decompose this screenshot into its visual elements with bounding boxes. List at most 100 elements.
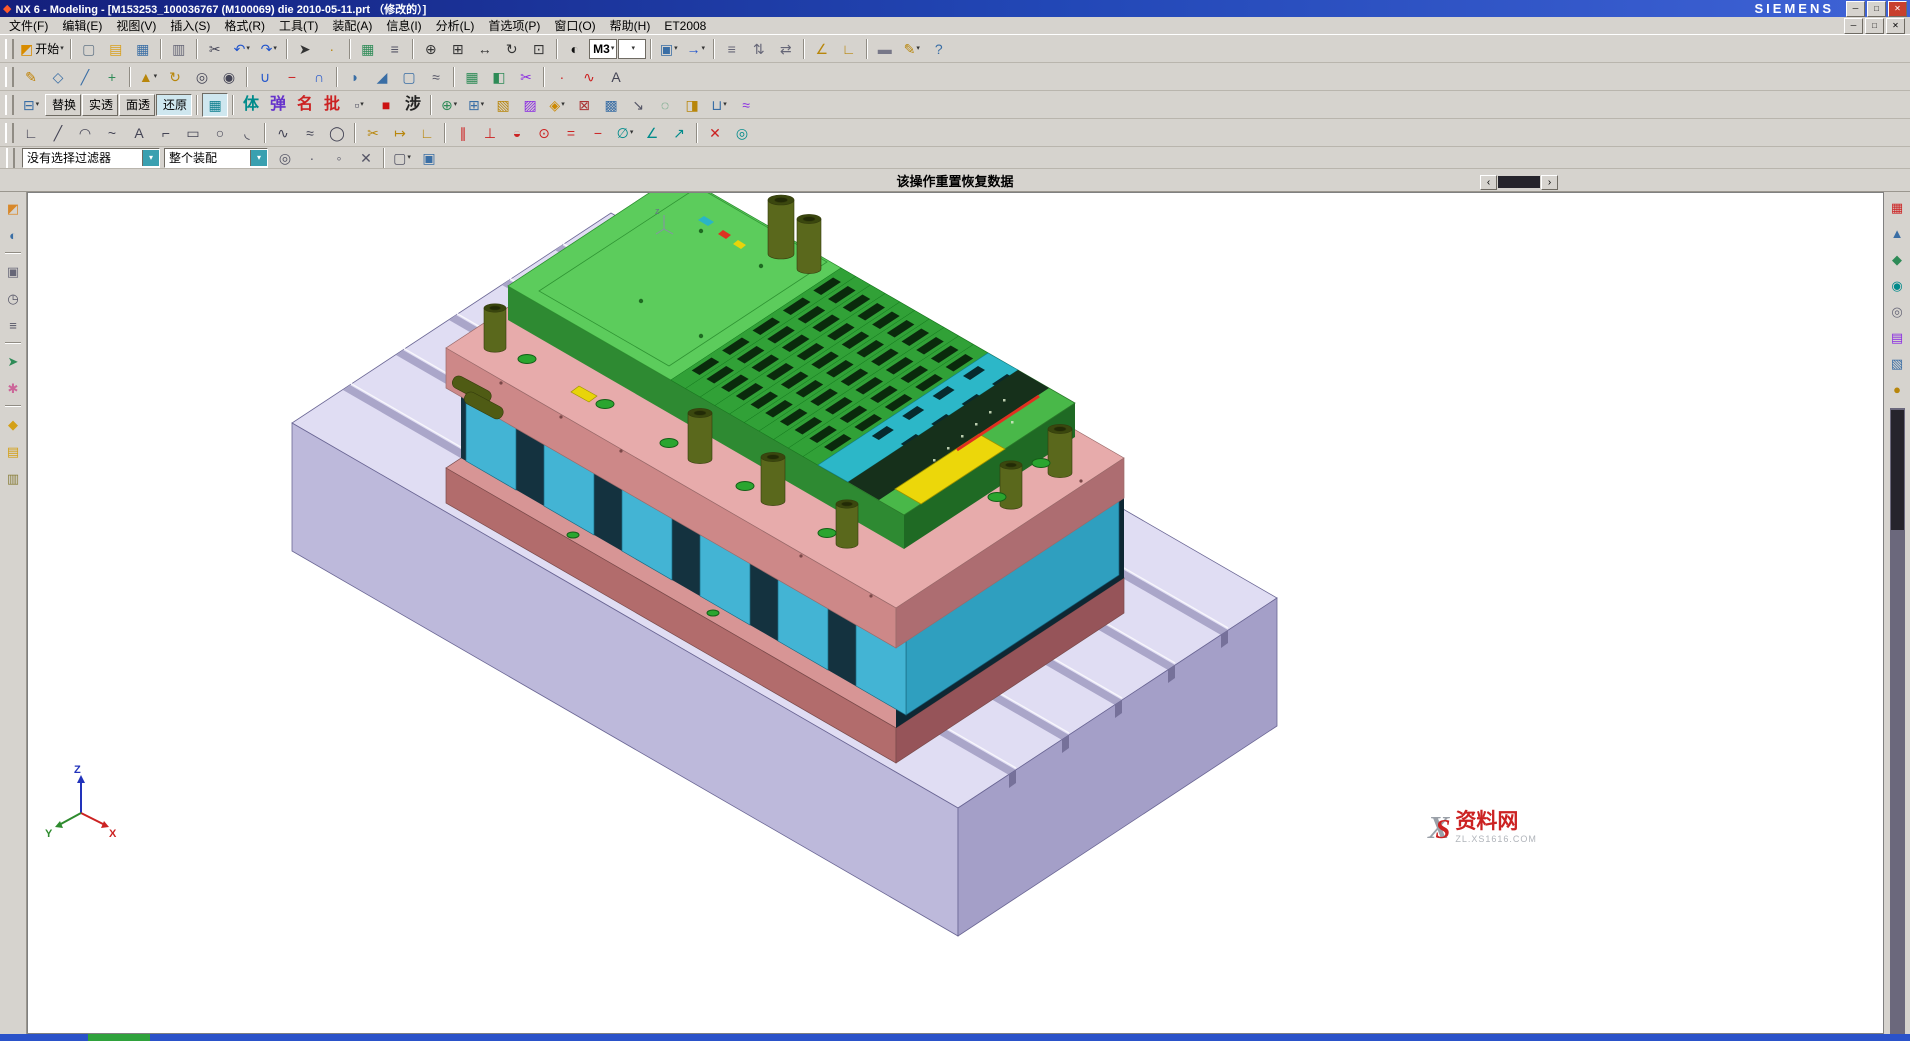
rotate-view-icon[interactable]: ↻ <box>499 37 525 61</box>
locked-layer-icon[interactable]: ◆ <box>1 413 25 435</box>
constraint-tangent-icon[interactable]: ◒ <box>504 121 530 145</box>
sketch-annotate-icon[interactable]: ✎▾ <box>899 37 925 61</box>
cue-scroll-right-button[interactable]: › <box>1541 175 1558 190</box>
import-part-icon[interactable]: →▾ <box>683 37 709 61</box>
make-corner-icon[interactable]: ∟ <box>414 121 440 145</box>
menu-insert[interactable]: 插入(S) <box>163 16 217 35</box>
constraint-navigator-icon[interactable]: ▲ <box>1885 222 1909 244</box>
undo-icon[interactable]: ↶▾ <box>229 37 255 61</box>
window-cascade-icon[interactable]: ▣▾ <box>656 37 682 61</box>
quick-extend-icon[interactable]: ↦ <box>387 121 413 145</box>
constraint-parallel-icon[interactable]: ∥ <box>450 121 476 145</box>
folder-view-icon[interactable]: ▤ <box>1 440 25 462</box>
toolbar-grip[interactable] <box>5 123 14 143</box>
expressions-icon[interactable]: ≡ <box>382 37 408 61</box>
menu-window[interactable]: 窗口(O) <box>547 16 602 35</box>
menu-edit[interactable]: 编辑(E) <box>55 16 109 35</box>
menu-analysis[interactable]: 分析(L) <box>429 16 482 35</box>
toolbar-grip[interactable] <box>5 95 14 115</box>
view-in-layer-icon[interactable]: ⇅ <box>746 37 772 61</box>
mdi-restore-button[interactable]: □ <box>1865 18 1884 34</box>
solid-transparent-button[interactable]: 实透 <box>82 94 118 116</box>
trim-body-icon[interactable]: ✂ <box>513 65 539 89</box>
ellipse-icon[interactable]: ◯ <box>324 121 350 145</box>
close-button[interactable]: ✕ <box>1888 1 1907 17</box>
shaded-display-icon[interactable]: ◐ <box>562 37 588 61</box>
dimension-icon[interactable]: ∅▾ <box>612 121 638 145</box>
roles-palette-icon[interactable]: ● <box>1885 378 1909 400</box>
constraint-perpendicular-icon[interactable]: ⊥ <box>477 121 503 145</box>
corner-icon[interactable]: ⌐ <box>153 121 179 145</box>
arc-icon[interactable]: ◠ <box>72 121 98 145</box>
spring-tool-button[interactable]: 弹 <box>265 93 291 117</box>
wave-linker-icon[interactable]: ⊕▾ <box>436 93 462 117</box>
text-tool-icon[interactable]: A <box>126 121 152 145</box>
material-cube-icon[interactable]: ■ <box>373 93 399 117</box>
edge-display-icon[interactable]: ▫▾ <box>346 93 372 117</box>
sketch-icon[interactable]: ✎ <box>18 65 44 89</box>
cue-scroll-thumb[interactable] <box>1498 176 1540 188</box>
face-transparent-button[interactable]: 面透 <box>119 94 155 116</box>
part-table-icon[interactable]: ▦ <box>355 37 381 61</box>
split-body-icon[interactable]: ◨ <box>679 93 705 117</box>
midpoint-snap-icon[interactable]: ◦ <box>326 146 352 170</box>
move-to-layer-icon[interactable]: ⇄ <box>773 37 799 61</box>
menu-format[interactable]: 格式(R) <box>217 16 272 35</box>
offset-surface-icon[interactable]: ▩ <box>598 93 624 117</box>
history-clock-icon[interactable]: ◷ <box>1 287 25 309</box>
studio-spline-icon[interactable]: ∿ <box>270 121 296 145</box>
cut-icon[interactable]: ✂ <box>202 37 228 61</box>
print-icon[interactable]: ▥ <box>166 37 192 61</box>
subtract-icon[interactable]: − <box>279 65 305 89</box>
snapshot-icon[interactable]: ▣ <box>1 260 25 282</box>
start-menu-button[interactable]: ◩开始▾ <box>18 37 66 61</box>
constraint-horizontal-icon[interactable]: − <box>585 121 611 145</box>
new-file-icon[interactable]: ▢ <box>76 37 102 61</box>
snap-point-toggle-icon[interactable]: ◎ <box>272 146 298 170</box>
cross-icon[interactable]: ✕ <box>702 121 728 145</box>
reuse-library-icon[interactable]: ◉ <box>1885 274 1909 296</box>
menu-tools[interactable]: 工具(T) <box>272 16 325 35</box>
datum-plane-icon[interactable]: ◇ <box>45 65 71 89</box>
curve-icon[interactable]: ∿ <box>576 65 602 89</box>
menu-preferences[interactable]: 首选项(P) <box>481 16 547 35</box>
web-browser-icon[interactable]: ◎ <box>1885 300 1909 322</box>
background-color-swatch[interactable]: ▾ <box>618 39 646 59</box>
measure-angle-icon[interactable]: ∠ <box>809 37 835 61</box>
offset-curve-icon[interactable]: ≈ <box>297 121 323 145</box>
menu-information[interactable]: 信息(I) <box>379 16 428 35</box>
selection-arrow-icon[interactable]: ➤ <box>292 37 318 61</box>
constraint-concentric-icon[interactable]: ⊙ <box>531 121 557 145</box>
target-icon[interactable]: ◎ <box>729 121 755 145</box>
display-mode-icon[interactable]: ⊟▾ <box>18 93 44 117</box>
tool-palette-icon[interactable]: ◩ <box>1 197 25 219</box>
measure-distance-icon[interactable]: ∟ <box>836 37 862 61</box>
ruler-icon[interactable]: ▬ <box>872 37 898 61</box>
fillet-tool-icon[interactable]: ◟ <box>234 121 260 145</box>
angle-dimension-icon[interactable]: ∠ <box>639 121 665 145</box>
toolbar-grip[interactable] <box>6 148 15 168</box>
selection-scope-combo[interactable]: 整个装配 ▾ <box>164 148 268 168</box>
scale-body-icon[interactable]: ↘ <box>625 93 651 117</box>
chamfer-icon[interactable]: ◢ <box>369 65 395 89</box>
save-icon[interactable]: ▦ <box>130 37 156 61</box>
text-feature-icon[interactable]: A <box>603 65 629 89</box>
extrude-icon[interactable]: ▲▾ <box>135 65 161 89</box>
datum-point-icon[interactable]: ∙ <box>549 65 575 89</box>
history-palette-icon[interactable]: ▤ <box>1885 326 1909 348</box>
fit-view-icon[interactable]: ⊡ <box>526 37 552 61</box>
layer-settings-icon[interactable]: ≡ <box>719 37 745 61</box>
datum-csys-icon[interactable]: + <box>99 65 125 89</box>
restore-button-window[interactable]: □ <box>1867 1 1886 17</box>
constraint-equal-icon[interactable]: = <box>558 121 584 145</box>
list-view-icon[interactable]: ≡ <box>1 314 25 336</box>
pan-view-icon[interactable]: ↔ <box>472 37 498 61</box>
select-pointer-icon[interactable]: ➤ <box>1 350 25 372</box>
name-tool-button[interactable]: 名 <box>292 93 318 117</box>
part-navigator-icon[interactable]: ◆ <box>1885 248 1909 270</box>
shaded-ball-icon[interactable]: ◐ <box>1 224 25 246</box>
toolbar-grip[interactable] <box>5 39 14 59</box>
body-tool-button[interactable]: 体 <box>238 93 264 117</box>
help-icon[interactable]: ? <box>926 37 952 61</box>
spline-icon[interactable]: ~ <box>99 121 125 145</box>
